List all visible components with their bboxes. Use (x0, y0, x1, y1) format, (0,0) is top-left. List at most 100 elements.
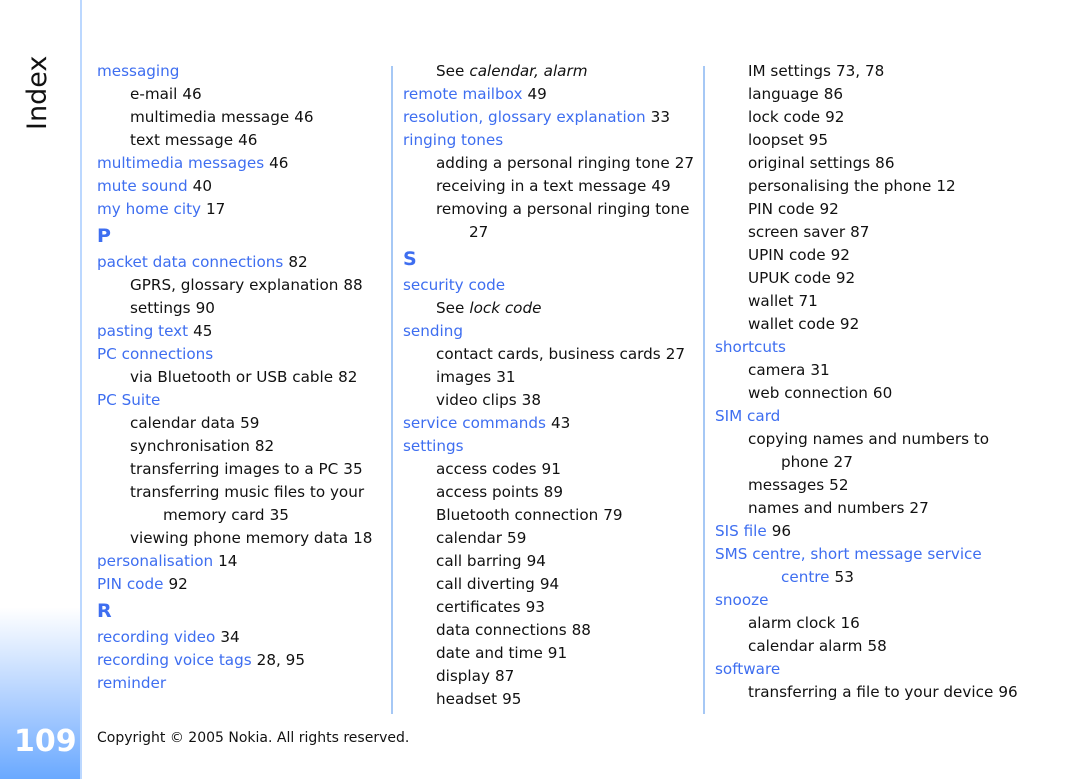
page-reference[interactable]: 82 (288, 253, 307, 271)
page-reference[interactable]: 38 (522, 391, 541, 409)
page-reference[interactable]: 46 (269, 154, 288, 172)
page-reference[interactable]: 18 (353, 529, 372, 547)
page-reference[interactable]: 40 (193, 177, 212, 195)
index-term: PC connections (97, 343, 377, 366)
term-link[interactable]: PC Suite (97, 391, 160, 409)
term-link[interactable]: ringing tones (403, 131, 503, 149)
page-reference[interactable]: 87 (495, 667, 514, 685)
index-term: recording video 34 (97, 626, 377, 649)
page-reference[interactable]: 59 (507, 529, 526, 547)
term-link[interactable]: my home city (97, 200, 201, 218)
page-reference[interactable]: 79 (603, 506, 622, 524)
page-reference[interactable]: 82 (338, 368, 357, 386)
index-subentry: personalising the phone 12 (715, 175, 1055, 198)
page-reference[interactable]: 94 (540, 575, 559, 593)
page-reference[interactable]: 49 (651, 177, 670, 195)
page-reference[interactable]: 92 (836, 269, 855, 287)
page-reference[interactable]: 27 (469, 223, 488, 241)
index-subentry: certificates 93 (403, 596, 693, 619)
page-reference[interactable]: 94 (527, 552, 546, 570)
index-subentry: PIN code 92 (715, 198, 1055, 221)
page-reference[interactable]: 35 (343, 460, 362, 478)
page-reference[interactable]: 92 (825, 108, 844, 126)
page-reference[interactable]: 27 (834, 453, 853, 471)
page-reference[interactable]: 86 (875, 154, 894, 172)
subentry-text: wallet code (748, 315, 835, 333)
page-reference[interactable]: 43 (551, 414, 570, 432)
term-link[interactable]: software (715, 660, 780, 678)
page-reference[interactable]: 34 (220, 628, 239, 646)
page-reference[interactable]: 92 (819, 200, 838, 218)
page-reference[interactable]: 92 (168, 575, 187, 593)
page-reference[interactable]: 96 (998, 683, 1017, 701)
term-link[interactable]: settings (403, 437, 464, 455)
page-reference[interactable]: 82 (255, 437, 274, 455)
page-reference[interactable]: 88 (343, 276, 362, 294)
term-link[interactable]: SMS centre, short message service (715, 545, 982, 563)
term-link[interactable]: PC connections (97, 345, 213, 363)
page-reference[interactable]: 91 (542, 460, 561, 478)
term-link[interactable]: multimedia messages (97, 154, 264, 172)
term-link[interactable]: reminder (97, 674, 166, 692)
page-reference[interactable]: 27 (909, 499, 928, 517)
see-target[interactable]: lock code (469, 299, 541, 317)
page-reference[interactable]: 33 (651, 108, 670, 126)
term-link[interactable]: shortcuts (715, 338, 786, 356)
page-reference[interactable]: 91 (548, 644, 567, 662)
term-link[interactable]: packet data connections (97, 253, 283, 271)
page-reference[interactable]: 87 (850, 223, 869, 241)
page-reference[interactable]: 45 (193, 322, 212, 340)
term-link[interactable]: mute sound (97, 177, 188, 195)
page-reference[interactable]: 27 (666, 345, 685, 363)
page-reference[interactable]: 95 (502, 690, 521, 708)
page-reference[interactable]: 49 (527, 85, 546, 103)
term-link[interactable]: recording video (97, 628, 215, 646)
term-link[interactable]: SIM card (715, 407, 780, 425)
page-reference[interactable]: 28, 95 (257, 651, 305, 669)
page-reference[interactable]: 59 (240, 414, 259, 432)
see-reference: See lock code (403, 297, 693, 320)
page-reference[interactable]: 95 (809, 131, 828, 149)
page-reference[interactable]: 31 (496, 368, 515, 386)
term-link[interactable]: pasting text (97, 322, 188, 340)
page-reference[interactable]: 46 (294, 108, 313, 126)
term-link[interactable]: centre (781, 568, 830, 586)
page-reference[interactable]: 60 (873, 384, 892, 402)
page-reference[interactable]: 46 (238, 131, 257, 149)
term-link[interactable]: sending (403, 322, 463, 340)
term-link[interactable]: security code (403, 276, 505, 294)
term-link[interactable]: snooze (715, 591, 768, 609)
page-reference[interactable]: 46 (182, 85, 201, 103)
page-reference[interactable]: 93 (526, 598, 545, 616)
term-link[interactable]: SIS file (715, 522, 767, 540)
page-reference[interactable]: 31 (810, 361, 829, 379)
subentry-text: Bluetooth connection (436, 506, 599, 524)
page-reference[interactable]: 35 (270, 506, 289, 524)
page-reference[interactable]: 16 (840, 614, 859, 632)
term-link[interactable]: service commands (403, 414, 546, 432)
term-link[interactable]: personalisation (97, 552, 213, 570)
page-reference[interactable]: 14 (218, 552, 237, 570)
term-link[interactable]: resolution, glossary explanation (403, 108, 646, 126)
term-link[interactable]: PIN code (97, 575, 163, 593)
page-reference[interactable]: 53 (835, 568, 854, 586)
page-reference[interactable]: 88 (572, 621, 591, 639)
term-link[interactable]: remote mailbox (403, 85, 522, 103)
page-reference[interactable]: 52 (829, 476, 848, 494)
page-reference[interactable]: 27 (675, 154, 694, 172)
see-target[interactable]: calendar, alarm (469, 62, 587, 80)
page-reference[interactable]: 90 (196, 299, 215, 317)
page-reference[interactable]: 58 (867, 637, 886, 655)
term-link[interactable]: recording voice tags (97, 651, 252, 669)
page-reference[interactable]: 17 (206, 200, 225, 218)
page-reference[interactable]: 71 (798, 292, 817, 310)
page-reference[interactable]: 96 (772, 522, 791, 540)
page-reference[interactable]: 92 (831, 246, 850, 264)
page-reference[interactable]: 73, 78 (836, 62, 884, 80)
page-reference[interactable]: 12 (936, 177, 955, 195)
page-reference[interactable]: 92 (840, 315, 859, 333)
term-link[interactable]: messaging (97, 62, 179, 80)
page-reference[interactable]: 86 (824, 85, 843, 103)
index-subentry: transferring music files to your (97, 481, 377, 504)
page-reference[interactable]: 89 (544, 483, 563, 501)
